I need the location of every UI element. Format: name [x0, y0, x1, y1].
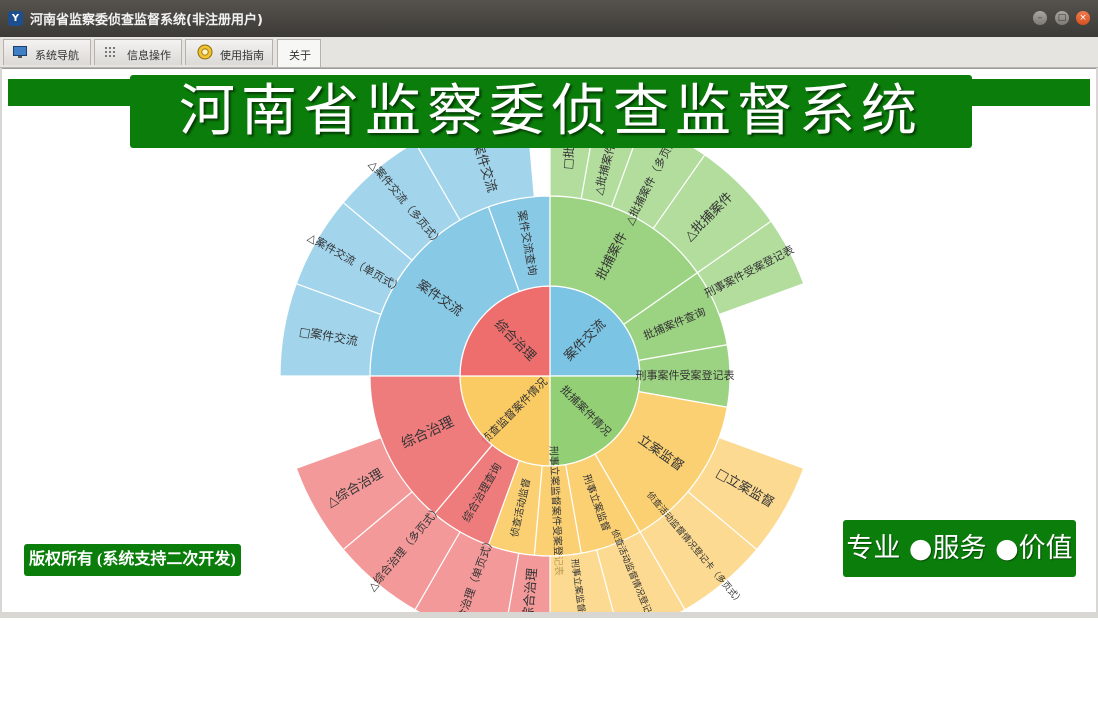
tab-system-navigation[interactable]: 系统导航 — [3, 39, 91, 65]
guide-icon — [197, 44, 213, 60]
copyright-label: 版权所有 (系统支持二次开发) — [24, 544, 241, 576]
minimize-icon[interactable]: – — [1033, 11, 1047, 25]
app-logo-icon: Y — [8, 11, 23, 26]
main-content: 案件交流 批捕案件情况 侦查监督案件情况 综合治理 案件交流 案件交流查询 批捕案件 批捕案件… — [2, 68, 1096, 613]
tab-label: 信息操作 — [127, 49, 171, 62]
status-strip — [0, 612, 1098, 618]
title-bar[interactable]: Y 河南省监察委侦查监督系统(非注册用户) – □ × — [0, 0, 1098, 37]
tab-label: 使用指南 — [220, 49, 264, 62]
grid-icon — [105, 47, 115, 57]
tab-user-guide[interactable]: 使用指南 — [185, 39, 273, 65]
tab-bar: 系统导航 信息操作 使用指南 关于 — [0, 37, 1098, 68]
tab-label: 系统导航 — [35, 49, 79, 62]
tab-label: 关于 — [289, 49, 311, 62]
application-window: Y 河南省监察委侦查监督系统(非注册用户) – □ × 系统导航 信息操作 使用… — [0, 0, 1098, 618]
slogan-label: 专业 ●服务 ●价值 — [843, 520, 1076, 577]
monitor-icon — [13, 46, 27, 58]
window-title: 河南省监察委侦查监督系统(非注册用户) — [30, 13, 263, 28]
maximize-icon[interactable]: □ — [1055, 11, 1069, 25]
close-icon[interactable]: × — [1076, 11, 1090, 25]
tab-about[interactable]: 关于 — [277, 39, 321, 67]
system-title-banner: 河南省监察委侦查监督系统 — [130, 75, 972, 148]
tab-info-operations[interactable]: 信息操作 — [94, 39, 182, 65]
sunburst-label: 刑事案件受案登记表 — [636, 368, 735, 382]
